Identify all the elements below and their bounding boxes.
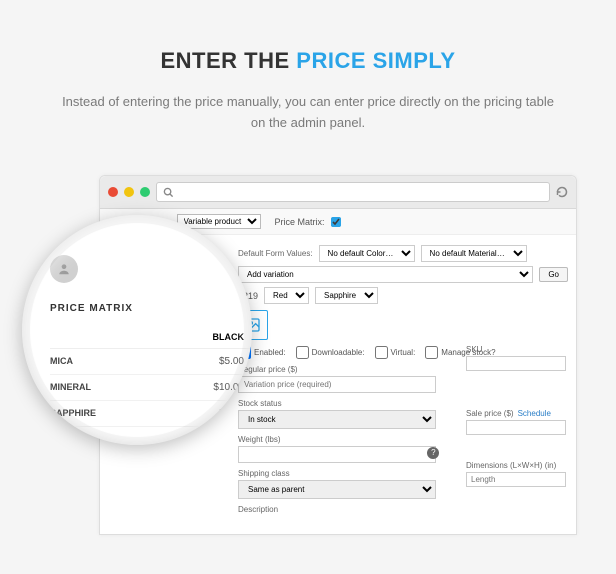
variation-material-select[interactable]: Sapphire [315,287,378,304]
url-bar[interactable] [156,182,550,202]
price-matrix-checkbox[interactable] [331,217,341,227]
row-price: $5.00 [192,356,252,367]
table-row: SAPPHIRE $15.0 [50,401,252,427]
sku-input[interactable] [466,356,566,371]
side-column: SKU Sale price ($)Schedule Dimensions (L… [466,345,566,495]
minimize-icon[interactable] [124,187,134,197]
description-label: Description [238,505,568,514]
row-label: SAPPHIRE [50,408,192,419]
schedule-link[interactable]: Schedule [518,409,551,418]
shipping-select[interactable]: Same as parent [238,480,436,499]
enabled-label: Enabled: [254,348,286,357]
row-price: $15.0 [192,408,252,419]
weight-input[interactable] [238,446,436,463]
maximize-icon[interactable] [140,187,150,197]
variation-color-select[interactable]: Red [264,287,309,304]
magnifier-lens: PRICE MATRIX BLACK MICA $5.00 MINERAL $1… [22,215,252,445]
title-accent: PRICE SIMPLY [296,48,455,73]
table-row: MICA $5.00 [50,349,252,375]
downloadable-label: Downloadable: [312,348,365,357]
subtitle: Instead of entering the price manually, … [58,92,558,134]
regular-price-input[interactable] [238,376,436,393]
search-icon [163,187,174,198]
manage-stock-checkbox[interactable] [425,346,438,359]
sale-price-input[interactable] [466,420,566,435]
row-price: $10.00 [192,382,252,393]
dimensions-input[interactable] [466,472,566,487]
title-dark: ENTER THE [160,48,289,73]
virtual-checkbox[interactable] [375,346,388,359]
reload-icon[interactable] [556,186,568,198]
avatar-icon [50,255,78,283]
row-label: MINERAL [50,382,192,393]
downloadable-checkbox[interactable] [296,346,309,359]
browser-chrome [100,176,576,209]
virtual-label: Virtual: [391,348,416,357]
default-form-row: Default Form Values: No default Color… N… [238,245,568,262]
page-title: ENTER THE PRICE SIMPLY [40,48,576,74]
price-matrix-table: BLACK MICA $5.00 MINERAL $10.00 SAPPHIRE… [50,326,252,427]
hero: ENTER THE PRICE SIMPLY Instead of enteri… [0,0,616,158]
dimensions-label: Dimensions (L×W×H) (in) [466,461,566,470]
help-icon[interactable]: ? [427,447,439,459]
default-color-select[interactable]: No default Color… [319,245,415,262]
col-black: BLACK [192,332,252,342]
add-variation-select[interactable]: Add variation [238,266,533,283]
sale-price-label: Sale price ($)Schedule [466,409,566,418]
description-group: Description [238,505,568,514]
row-label: MICA [50,356,192,367]
default-material-select[interactable]: No default Material… [421,245,527,262]
avatar-row [50,255,252,283]
price-matrix-title: PRICE MATRIX [50,303,252,314]
price-matrix-label: Price Matrix: [275,217,325,227]
stock-status-select[interactable]: In stock [238,410,436,429]
sku-label: SKU [466,345,566,354]
close-icon[interactable] [108,187,118,197]
variation-row: #219 Red Sapphire [238,287,568,304]
table-row: MINERAL $10.00 [50,375,252,401]
table-header: BLACK [50,326,252,349]
add-variation-row: Add variation Go [238,266,568,283]
go-button[interactable]: Go [539,267,568,282]
